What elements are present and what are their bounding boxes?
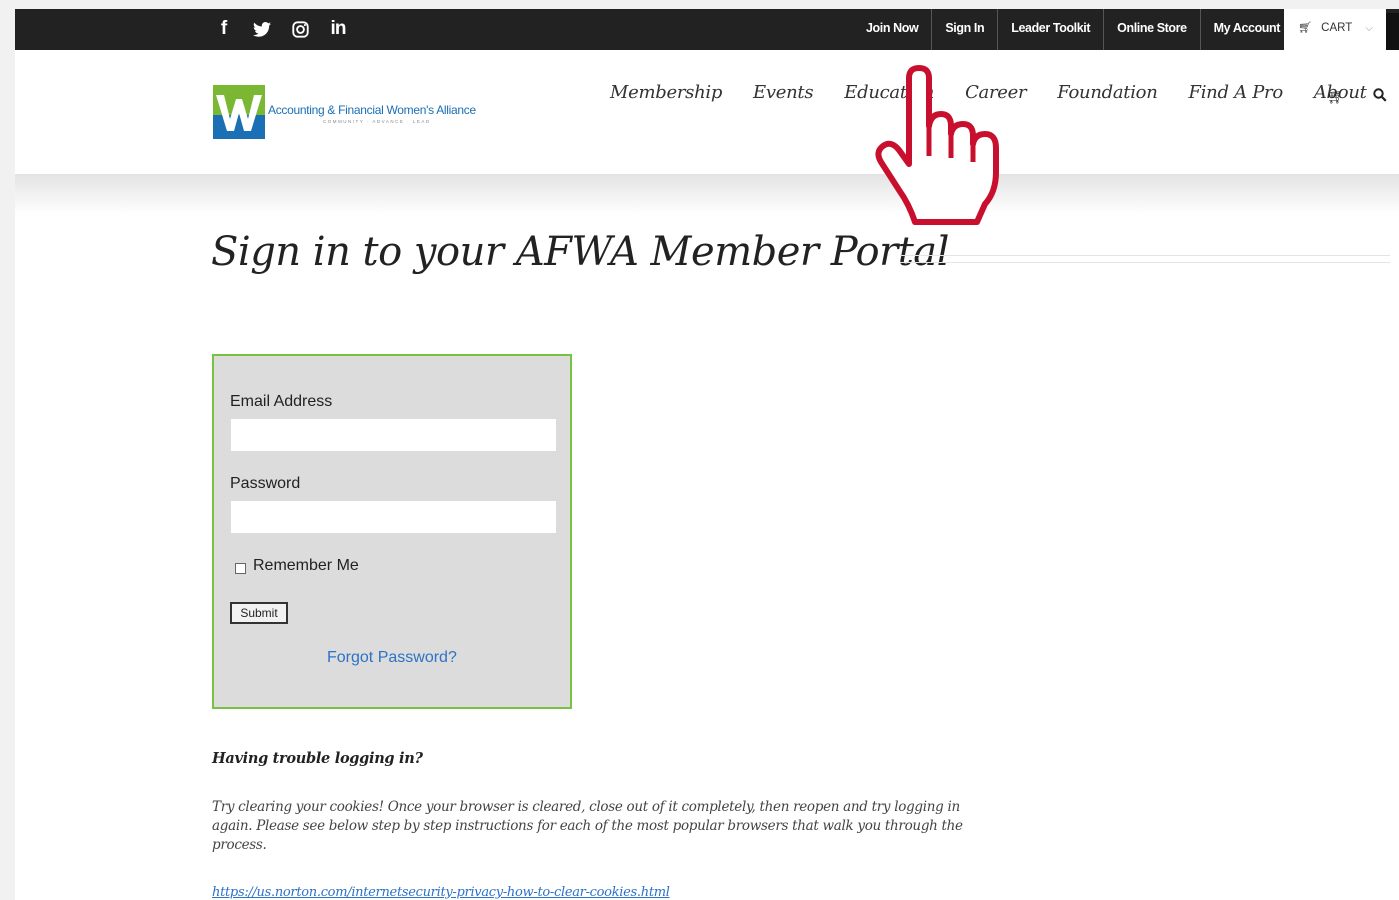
linkedin-icon[interactable]: in [327, 18, 349, 40]
page: f in Join Now Sign In Leader Toolkit Onl… [15, 9, 1399, 900]
cart-icon[interactable]: 🛒︎ [1327, 88, 1345, 105]
remember-me-label[interactable]: Remember Me [253, 557, 359, 575]
cart-dropdown[interactable]: 🛒︎ CART ⌵ [1284, 9, 1386, 50]
cart-label: CART [1321, 22, 1353, 34]
nav-membership[interactable]: Membership [610, 82, 722, 103]
hand-pointer-icon [875, 65, 999, 225]
password-label: Password [230, 475, 301, 492]
instagram-icon[interactable] [289, 18, 311, 40]
remember-me-checkbox[interactable] [235, 563, 246, 574]
utility-nav: Join Now Sign In Leader Toolkit Online S… [853, 9, 1293, 50]
help-text: Try clearing your cookies! Once your bro… [212, 799, 963, 853]
facebook-icon[interactable]: f [213, 18, 235, 40]
sign-in-link[interactable]: Sign In [931, 9, 997, 50]
search-icon[interactable] [1373, 88, 1387, 105]
logo-tagline: COMMUNITY · ADVANCE · LEAD [323, 119, 431, 124]
top-bar-edge [1386, 13, 1399, 50]
header-shadow [15, 174, 1399, 214]
login-form: Email Address Password Remember Me Submi… [212, 354, 572, 709]
email-label: Email Address [230, 393, 333, 410]
nav-find-a-pro[interactable]: Find A Pro [1189, 82, 1284, 103]
nav-icons: 🛒︎ [1327, 88, 1387, 105]
online-store-link[interactable]: Online Store [1103, 9, 1200, 50]
leader-toolkit-link[interactable]: Leader Toolkit [997, 9, 1103, 50]
main-nav: Membership Events Education Career Found… [610, 82, 1398, 103]
my-account-link[interactable]: My Account [1199, 9, 1293, 50]
forgot-password-link[interactable]: Forgot Password? [327, 649, 457, 667]
afwa-logo-icon[interactable] [213, 85, 265, 139]
nav-foundation[interactable]: Foundation [1057, 82, 1158, 103]
logo-name[interactable]: Accounting & Financial Women's Alliance [268, 103, 476, 117]
email-field[interactable] [231, 419, 556, 451]
submit-button[interactable]: Submit [230, 602, 288, 624]
title-separator [900, 255, 1390, 263]
social-links: f in [213, 18, 349, 40]
clear-cookies-link[interactable]: https://us.norton.com/internetsecurity-p… [212, 885, 670, 900]
twitter-icon[interactable] [251, 18, 273, 40]
chevron-down-icon: ⌵ [1365, 23, 1373, 34]
page-title: Sign in to your AFWA Member Portal [211, 229, 949, 275]
cart-icon: 🛒︎ [1298, 22, 1312, 34]
help-heading: Having trouble logging in? [212, 750, 423, 767]
password-field[interactable] [231, 501, 556, 533]
nav-events[interactable]: Events [753, 82, 814, 103]
top-bar: f in Join Now Sign In Leader Toolkit Onl… [15, 9, 1399, 50]
join-now-link[interactable]: Join Now [853, 9, 931, 50]
